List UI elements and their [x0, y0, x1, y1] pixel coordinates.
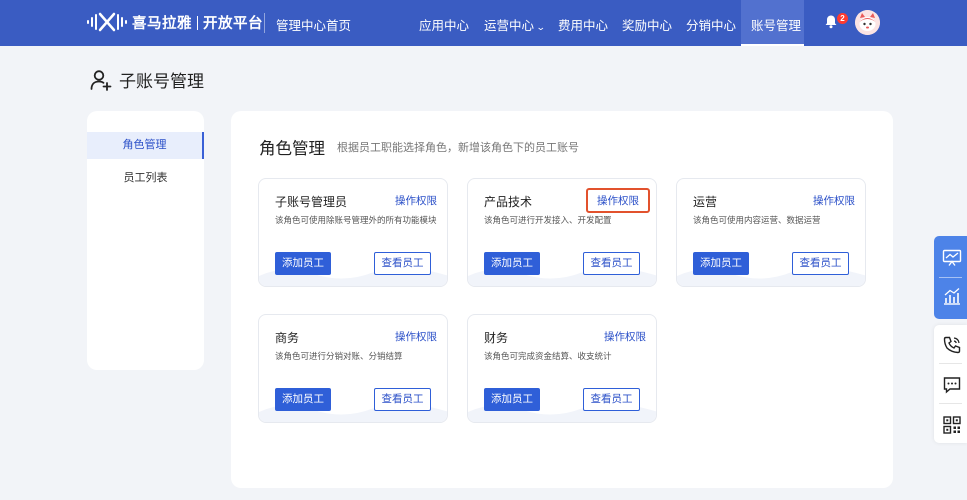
view-employees-button[interactable]: 查看员工 — [583, 388, 640, 411]
presentation-icon[interactable] — [942, 248, 962, 268]
qrcode-icon[interactable] — [942, 415, 962, 435]
bell-icon[interactable] — [824, 14, 838, 29]
add-employee-button[interactable]: 添加员工 — [484, 252, 540, 275]
analytics-icon[interactable] — [942, 286, 962, 306]
add-employee-button[interactable]: 添加员工 — [484, 388, 540, 411]
top-navigation-bar: 喜马拉雅 开放平台 管理中心首页 应用中心 运营中心 ⌄ 费用中心 奖励中心 分销中… — [0, 0, 967, 46]
page-header: 子账号管理 — [90, 67, 204, 92]
role-description: 该角色可完成资金结算、收支统计 — [484, 351, 612, 361]
header-divider — [264, 13, 265, 33]
role-card: 商务 操作权限 该角色可进行分销对账、分销结算 添加员工 查看员工 — [258, 314, 448, 423]
permission-link[interactable]: 操作权限 — [813, 193, 855, 208]
section-description: 根据员工职能选择角色，新增该角色下的员工账号 — [337, 142, 579, 154]
user-add-icon — [90, 69, 112, 91]
logo-icon — [87, 12, 127, 32]
sidebar-item-employee-list[interactable]: 员工列表 — [87, 165, 204, 192]
phone-icon[interactable] — [942, 335, 962, 355]
role-name: 商务 — [275, 331, 300, 345]
role-card: 财务 操作权限 该角色可完成资金结算、收支统计 添加员工 查看员工 — [467, 314, 657, 423]
logo[interactable]: 喜马拉雅 开放平台 — [87, 11, 263, 33]
avatar-icon — [855, 10, 880, 35]
role-card: 运营 操作权限 该角色可使用内容运营、数据运营 添加员工 查看员工 — [676, 178, 866, 287]
role-description: 该角色可使用内容运营、数据运营 — [693, 215, 821, 225]
add-employee-button[interactable]: 添加员工 — [693, 252, 749, 275]
role-description: 该角色可进行开发接入、开发配置 — [484, 215, 612, 225]
toolbar-divider — [939, 277, 962, 278]
nav-item-rewards[interactable]: 奖励中心 — [622, 15, 672, 34]
section-title: 角色管理 — [259, 140, 325, 158]
role-name: 运营 — [693, 195, 718, 209]
view-employees-button[interactable]: 查看员工 — [374, 388, 431, 411]
add-employee-button[interactable]: 添加员工 — [275, 252, 331, 275]
nav-item-distribution[interactable]: 分销中心 — [686, 15, 736, 34]
brand-text: 喜马拉雅 开放平台 — [132, 15, 263, 32]
sidebar: 角色管理 员工列表 — [87, 111, 204, 370]
nav-item-account[interactable]: 账号管理 — [751, 15, 801, 34]
permission-link[interactable]: 操作权限 — [395, 329, 437, 344]
main-panel: 角色管理 根据员工职能选择角色，新增该角色下的员工账号 子账号管理员 操作权限 … — [231, 111, 893, 488]
view-employees-button[interactable]: 查看员工 — [583, 252, 640, 275]
notification-badge: 2 — [837, 13, 848, 24]
nav-home-link[interactable]: 管理中心首页 — [276, 15, 351, 34]
toolbar-divider — [939, 363, 962, 364]
role-name: 产品技术 — [484, 195, 533, 209]
add-employee-button[interactable]: 添加员工 — [275, 388, 331, 411]
role-name: 财务 — [484, 331, 509, 345]
floating-toolbar-primary — [934, 236, 967, 319]
floating-toolbar-secondary — [934, 325, 967, 443]
avatar[interactable] — [855, 10, 880, 35]
permission-link[interactable]: 操作权限 — [395, 193, 437, 208]
permission-link[interactable]: 操作权限 — [604, 329, 646, 344]
page-title: 子账号管理 — [119, 72, 204, 91]
permission-link-highlighted[interactable]: 操作权限 — [586, 188, 650, 213]
chevron-down-icon: ⌄ — [535, 22, 546, 32]
nav-item-billing[interactable]: 费用中心 — [558, 15, 608, 34]
role-description: 该角色可使用除账号管理外的所有功能模块 — [275, 215, 437, 225]
view-employees-button[interactable]: 查看员工 — [792, 252, 849, 275]
nav-item-apps[interactable]: 应用中心 — [419, 15, 469, 34]
nav-item-operations[interactable]: 运营中心 ⌄ — [484, 15, 546, 34]
sidebar-item-role-management[interactable]: 角色管理 — [87, 132, 204, 159]
role-description: 该角色可进行分销对账、分销结算 — [275, 351, 403, 361]
role-name: 子账号管理员 — [275, 195, 348, 209]
role-card: 产品技术 操作权限 该角色可进行开发接入、开发配置 添加员工 查看员工 — [467, 178, 657, 287]
view-employees-button[interactable]: 查看员工 — [374, 252, 431, 275]
toolbar-divider — [939, 403, 962, 404]
chat-icon[interactable] — [942, 375, 962, 395]
role-card: 子账号管理员 操作权限 该角色可使用除账号管理外的所有功能模块 添加员工 查看员… — [258, 178, 448, 287]
